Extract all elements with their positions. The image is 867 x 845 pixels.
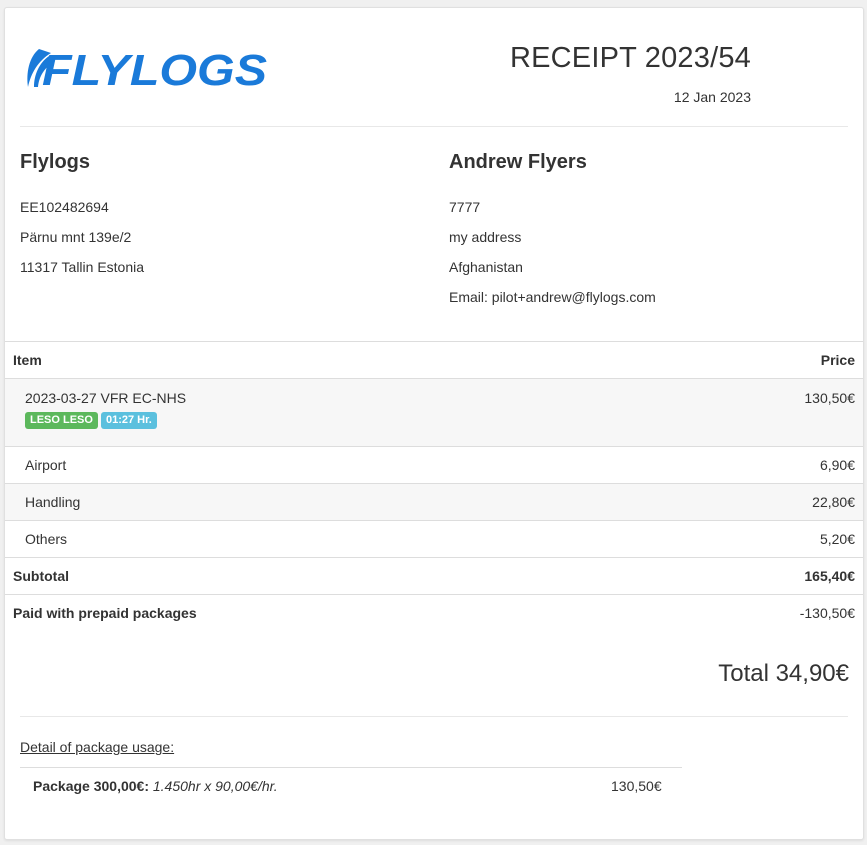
price-cell: 5,20€ [637, 520, 863, 558]
table-header: Item Price [5, 341, 863, 379]
seller-block: Flylogs EE102482694 Pärnu mnt 139e/2 113… [20, 151, 400, 282]
receipt-date: 12 Jan 2023 [673, 89, 751, 105]
buyer-id: 7777 [449, 199, 481, 215]
divider [20, 126, 848, 127]
seller-address: Pärnu mnt 139e/2 [20, 229, 132, 245]
total-amount: Total 34,90€ [718, 660, 849, 687]
subtotal-value: 165,40€ [637, 557, 863, 595]
package-usage-title: Detail of package usage: [20, 739, 175, 755]
prepaid-value: -130,50€ [799, 605, 855, 621]
receipt-sheet: FLYLOGS RECEIPT 2023/54 12 Jan 2023 Flyl… [4, 7, 864, 840]
seller-city: 11317 Tallin Estonia [20, 259, 145, 275]
duration-badge: 01:27 Hr. [100, 412, 157, 429]
package-amount: 130,50€ [611, 778, 662, 794]
package-name: Package 300,00€: [33, 778, 149, 794]
table-row: Others 5,20€ [5, 520, 863, 558]
svg-text:FLYLOGS: FLYLOGS [42, 46, 267, 89]
price-cell: 6,90€ [637, 446, 863, 484]
price-cell: 130,50€ [637, 378, 863, 447]
buyer-block: Andrew Flyers 7777 my address Afghanista… [449, 151, 829, 312]
buyer-email: Email: pilot+andrew@flylogs.com [449, 289, 656, 305]
package-formula: 1.450hr x 90,00€/hr. [152, 778, 278, 794]
buyer-address: my address [449, 229, 522, 245]
item-header: Item [5, 341, 638, 379]
seller-vat: EE102482694 [20, 199, 109, 215]
divider [20, 716, 848, 717]
buyer-name: Andrew Flyers [449, 151, 587, 173]
subtotal-row: Subtotal 165,40€ [5, 557, 863, 595]
package-usage-line: Package 300,00€: 1.450hr x 90,00€/hr. [33, 778, 278, 794]
item-cell: Others [5, 520, 638, 558]
subtotal-label: Subtotal [5, 557, 638, 595]
price-header: Price [637, 341, 863, 379]
seller-name: Flylogs [20, 151, 91, 173]
buyer-country: Afghanistan [449, 259, 523, 275]
item-cell: 2023-03-27 VFR EC-NHS LESO LESO 01:27 Hr. [5, 378, 638, 447]
prepaid-row: Paid with prepaid packages -130,50€ [5, 595, 863, 632]
route-badge: LESO LESO [25, 412, 98, 429]
prepaid-label: Paid with prepaid packages [13, 605, 197, 621]
receipt-title: RECEIPT 2023/54 [509, 42, 751, 74]
table-row: Airport 6,90€ [5, 446, 863, 484]
items-table: Item Price 2023-03-27 VFR EC-NHS LESO LE… [5, 341, 863, 631]
price-cell: 22,80€ [637, 483, 863, 521]
divider [20, 767, 682, 768]
item-cell: Airport [5, 446, 638, 484]
flight-description: 2023-03-27 VFR EC-NHS [25, 390, 187, 406]
item-cell: Handling [5, 483, 638, 521]
table-row: 2023-03-27 VFR EC-NHS LESO LESO 01:27 Hr.… [5, 378, 863, 447]
table-row: Handling 22,80€ [5, 483, 863, 521]
flylogs-logo: FLYLOGS [27, 46, 267, 89]
